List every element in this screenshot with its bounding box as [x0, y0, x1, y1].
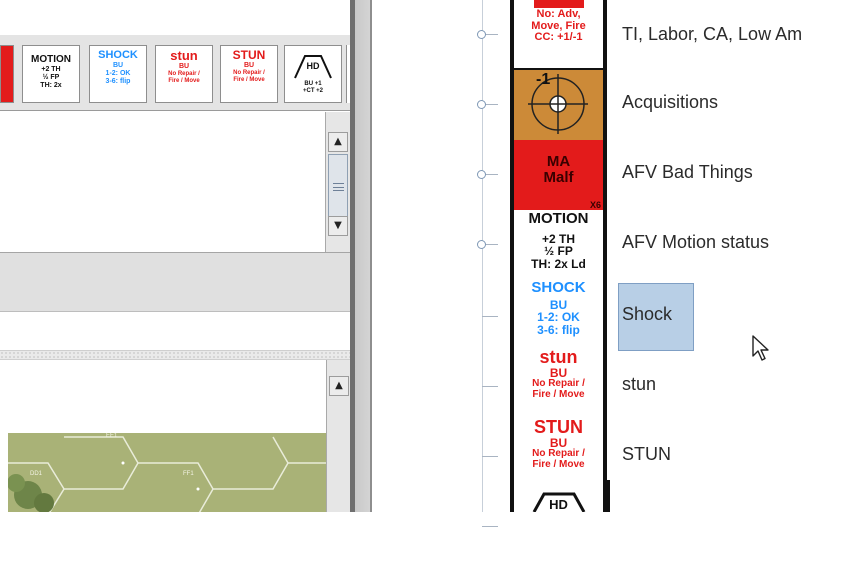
left-window: MOTION +2 TH ½ FP TH: 2x SHOCK BU 1-2: O…	[0, 0, 372, 512]
toolbar-chit-stun[interactable]: stun BU No Repair / Fire / Move	[155, 45, 213, 103]
chit-title: SHOCK	[531, 280, 586, 296]
tree-node-label: TI, Labor, CA, Low Am	[622, 24, 803, 44]
chit-title: STUN	[232, 48, 266, 62]
chit-toolbar: MOTION +2 TH ½ FP TH: 2x SHOCK BU 1-2: O…	[0, 35, 350, 111]
tree-connector	[482, 526, 498, 527]
chit-sub3: TH: 2x	[40, 82, 62, 89]
map-vertical-scrollbar[interactable]: ▲	[326, 360, 350, 512]
hex-label: DD1	[30, 471, 43, 477]
tree-leaf[interactable]: stun	[372, 352, 862, 422]
panel-band	[0, 252, 350, 312]
chit-title: STUN	[534, 420, 583, 437]
chit-line: 3-6: flip	[537, 322, 580, 337]
chit-title: stun	[539, 350, 578, 367]
window-border	[350, 0, 372, 512]
tree-node-label: AFV Motion status	[622, 232, 770, 252]
chit-sub2: ½ FP	[42, 74, 60, 81]
red-chit-partial[interactable]	[0, 45, 14, 103]
toolbar-chit-hd[interactable]: HD BU +1 +CT +2	[284, 45, 342, 103]
text-area[interactable]	[0, 112, 325, 252]
mouse-pointer-icon	[752, 335, 769, 361]
chit-title: SHOCK	[98, 49, 138, 61]
tree-node[interactable]: AFV Bad Things	[372, 140, 862, 210]
strip-chit-acquisition: -1	[514, 70, 603, 140]
tree-leaf-label: Shock	[622, 304, 673, 324]
chit-line: No: Adv,	[536, 8, 581, 20]
chit-title: MOTION	[528, 210, 589, 227]
chit-corner: X6	[589, 199, 601, 210]
strip-chit-stun-upper: STUN BU No Repair / Fire / Move	[514, 420, 603, 490]
tree-leaf-label: stun	[622, 374, 657, 394]
strip-chit-hd: HD	[514, 490, 603, 512]
hull-down-icon	[532, 492, 586, 512]
strip-chit-ti: No: Adv, Move, Fire CC: +1/-1	[514, 0, 603, 68]
chit-line: Malf	[543, 168, 574, 186]
chit-sub: BU	[243, 62, 255, 69]
chit-line: Fire / Move	[532, 458, 585, 470]
chit-sub2: No Repair /	[168, 71, 200, 77]
hex-grid	[8, 436, 326, 512]
chit-sub: BU	[112, 62, 124, 69]
chit-title: MOTION	[31, 54, 71, 65]
hex-label: EE1	[106, 433, 118, 439]
strip-chit-ma-malf: MA Malf X6	[514, 140, 603, 210]
chit-image-strip: No: Adv, Move, Fire CC: +1/-1 -1 MA Malf…	[510, 0, 607, 512]
chit-sub: +2 TH	[41, 66, 61, 73]
tree-leaf-selected[interactable]: Shock	[372, 282, 862, 352]
chit-sub2: 1-2: OK	[105, 70, 131, 77]
vertical-scrollbar[interactable]: ▲ ▼	[325, 112, 350, 252]
chit-title: stun	[170, 48, 198, 63]
scroll-up-arrow-icon[interactable]: ▲	[328, 132, 348, 152]
chit-sub: BU	[178, 63, 190, 70]
chit-sub: BU +1	[304, 81, 322, 87]
tree-node[interactable]: AFV Motion status	[372, 210, 862, 280]
tree-leaf-label: STUN	[622, 444, 671, 464]
marker-tree: TI, Labor, CA, Low Am Acquisitions AFV B…	[372, 0, 862, 527]
chit-title: HD	[306, 61, 320, 71]
scroll-down-arrow-icon[interactable]: ▼	[328, 216, 348, 236]
strip-chit-stun: stun BU No Repair / Fire / Move	[514, 350, 603, 420]
tree-node-knob-icon[interactable]	[477, 170, 486, 179]
acquisition-value: -1	[536, 71, 551, 88]
tree-node-knob-icon[interactable]	[477, 30, 486, 39]
scroll-thumb[interactable]	[328, 154, 348, 224]
chit-sub2: No Repair /	[233, 70, 265, 76]
chit-sub3: 3-6: flip	[105, 78, 131, 85]
strip-chit-shock: SHOCK BU 1-2: OK 3-6: flip	[514, 280, 603, 350]
tree-node[interactable]: Acquisitions	[372, 70, 862, 140]
toolbar-chit-shock[interactable]: SHOCK BU 1-2: OK 3-6: flip	[89, 45, 147, 103]
toolbar-chit-motion[interactable]: MOTION +2 TH ½ FP TH: 2x	[22, 45, 80, 103]
chit-line: Fire / Move	[532, 388, 585, 400]
chit-sub3: Fire / Move	[233, 77, 265, 83]
tree-connector	[482, 456, 498, 457]
tree-connector	[482, 386, 498, 387]
chit-line: MA	[546, 153, 571, 170]
tree-leaf[interactable]: STUN	[372, 422, 862, 492]
tree-node[interactable]: TI, Labor, CA, Low Am	[372, 0, 862, 70]
scroll-up-arrow-icon[interactable]: ▲	[329, 376, 349, 396]
chit-red-header	[533, 0, 584, 8]
tree-node-knob-icon[interactable]	[477, 240, 486, 249]
split-pane-divider[interactable]	[0, 350, 350, 360]
tree-node-label: Acquisitions	[622, 92, 719, 112]
chit-sub3: Fire / Move	[168, 78, 200, 84]
hex-label: FF1	[183, 471, 194, 477]
strip-chit-motion: MOTION +2 TH ½ FP TH: 2x Ld	[514, 210, 603, 280]
chit-line: TH: 2x Ld	[531, 256, 586, 271]
chit-sub2: +CT +2	[302, 88, 323, 94]
strip-right-border	[607, 480, 610, 512]
tree-connector	[482, 316, 498, 317]
tree-leaf[interactable]	[372, 492, 862, 562]
crosshair-icon	[528, 74, 588, 134]
tree-node-label: AFV Bad Things	[622, 162, 753, 182]
toolbar-chit-stun-upper[interactable]: STUN BU No Repair / Fire / Move	[220, 45, 278, 103]
chit-line: CC: +1/-1	[534, 31, 583, 44]
tree-node-knob-icon[interactable]	[477, 100, 486, 109]
game-map[interactable]: EE1 FF1 DD1	[8, 433, 326, 512]
map-view[interactable]: EE1 FF1 DD1	[0, 360, 326, 512]
